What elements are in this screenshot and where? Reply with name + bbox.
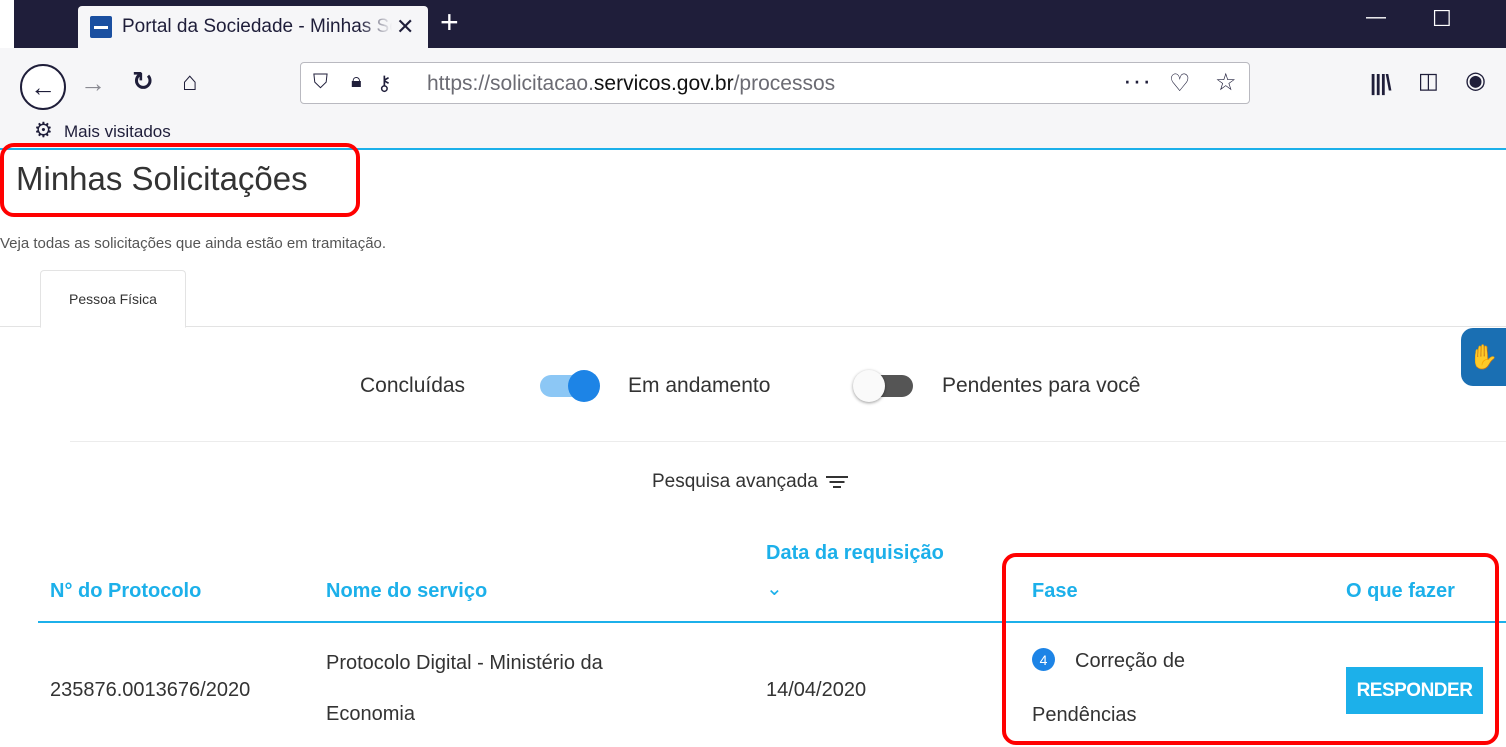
row-protocol: 235876.0013676/2020 bbox=[50, 679, 251, 701]
filter-concluidas-label[interactable]: Concluídas bbox=[360, 374, 465, 398]
table-header-divider bbox=[38, 621, 1506, 623]
account-icon[interactable]: ◉ bbox=[1465, 66, 1486, 95]
tab-close-icon[interactable]: ✕ bbox=[396, 14, 414, 40]
pocket-icon[interactable]: ♡ bbox=[1169, 69, 1191, 98]
filter-icon bbox=[825, 474, 848, 490]
toggle-knob bbox=[853, 370, 885, 402]
portal-favicon-icon bbox=[90, 16, 112, 38]
responder-button[interactable]: RESPONDER bbox=[1346, 667, 1483, 714]
row-date: 14/04/2020 bbox=[766, 679, 867, 701]
column-header-servico[interactable]: Nome do serviço bbox=[326, 580, 487, 603]
browser-tab-bar: Portal da Sociedade - Minhas Solicitaçõe… bbox=[0, 0, 1506, 48]
row-service-line2: Economia bbox=[326, 703, 415, 725]
url-text[interactable]: https://solicitacao.servicos.gov.br/proc… bbox=[427, 72, 835, 96]
filter-pendentes-label[interactable]: Pendentes para você bbox=[942, 374, 1140, 398]
shield-icon[interactable]: ⛉ bbox=[313, 71, 328, 94]
column-header-o-que-fazer[interactable]: O que fazer bbox=[1346, 580, 1455, 603]
settings-icon: ⚙ bbox=[34, 119, 53, 142]
browser-tab-active[interactable]: Portal da Sociedade - Minhas Solicitaçõe… bbox=[78, 6, 428, 48]
chevron-down-icon[interactable]: ⌄ bbox=[766, 576, 783, 601]
home-icon[interactable]: ⌂ bbox=[182, 66, 198, 97]
advanced-search-label: Pesquisa avançada bbox=[652, 471, 818, 492]
maximize-icon[interactable]: ☐ bbox=[1432, 6, 1452, 32]
tabbar-left-edge bbox=[0, 0, 14, 48]
row-phase-line1: Correção de bbox=[1075, 650, 1186, 672]
sidebar-icon[interactable]: ◫ bbox=[1418, 68, 1439, 94]
advanced-search-button[interactable]: Pesquisa avançada bbox=[652, 471, 848, 493]
url-bar[interactable]: ⛉ 🔒︎ ⚷ https://solicitacao.servicos.gov.… bbox=[300, 62, 1250, 104]
key-icon[interactable]: ⚷ bbox=[377, 71, 392, 96]
lock-icon[interactable]: 🔒︎ bbox=[351, 70, 362, 93]
bookmark-mais-visitados[interactable]: Mais visitados bbox=[64, 122, 171, 142]
row-service-line1: Protocolo Digital - Ministério da bbox=[326, 652, 603, 674]
more-icon[interactable]: ··· bbox=[1123, 65, 1152, 96]
divider bbox=[70, 441, 1506, 442]
row-phase-line2: Pendências bbox=[1032, 704, 1137, 726]
new-tab-button[interactable]: + bbox=[440, 4, 459, 41]
page-title: Minhas Solicitações bbox=[16, 160, 308, 197]
navigation-toolbar: ← → ↻ ⌂ ⛉ 🔒︎ ⚷ https://solicitacao.servi… bbox=[0, 48, 1506, 114]
column-header-protocolo[interactable]: N° do Protocolo bbox=[50, 580, 201, 603]
page-subtitle: Veja todas as solicitações que ainda est… bbox=[0, 235, 387, 252]
phase-number-badge: 4 bbox=[1032, 648, 1055, 671]
tab-pessoa-fisica[interactable]: Pessoa Física bbox=[40, 270, 186, 328]
toggle-knob bbox=[568, 370, 600, 402]
filter-em-andamento-label[interactable]: Em andamento bbox=[628, 374, 770, 398]
bookmarks-toolbar: ⚙ Mais visitados bbox=[0, 114, 1506, 150]
tab-title: Portal da Sociedade - Minhas Solicitaçõe… bbox=[122, 16, 392, 37]
column-header-data[interactable]: Data da requisição bbox=[766, 542, 944, 565]
toggle-em-andamento[interactable] bbox=[540, 370, 600, 402]
sign-language-icon[interactable]: ✋ bbox=[1461, 328, 1506, 386]
star-icon[interactable]: ☆ bbox=[1215, 68, 1237, 97]
library-icon[interactable]: |||\ bbox=[1370, 70, 1392, 96]
minimize-icon[interactable]: — bbox=[1366, 6, 1386, 29]
back-icon[interactable]: ← bbox=[20, 64, 66, 110]
forward-icon[interactable]: → bbox=[80, 68, 106, 99]
reload-icon[interactable]: ↻ bbox=[132, 66, 154, 97]
person-type-tabs: Pessoa Física bbox=[0, 270, 1506, 328]
column-header-fase[interactable]: Fase bbox=[1032, 580, 1078, 603]
toggle-pendentes[interactable] bbox=[853, 370, 913, 402]
